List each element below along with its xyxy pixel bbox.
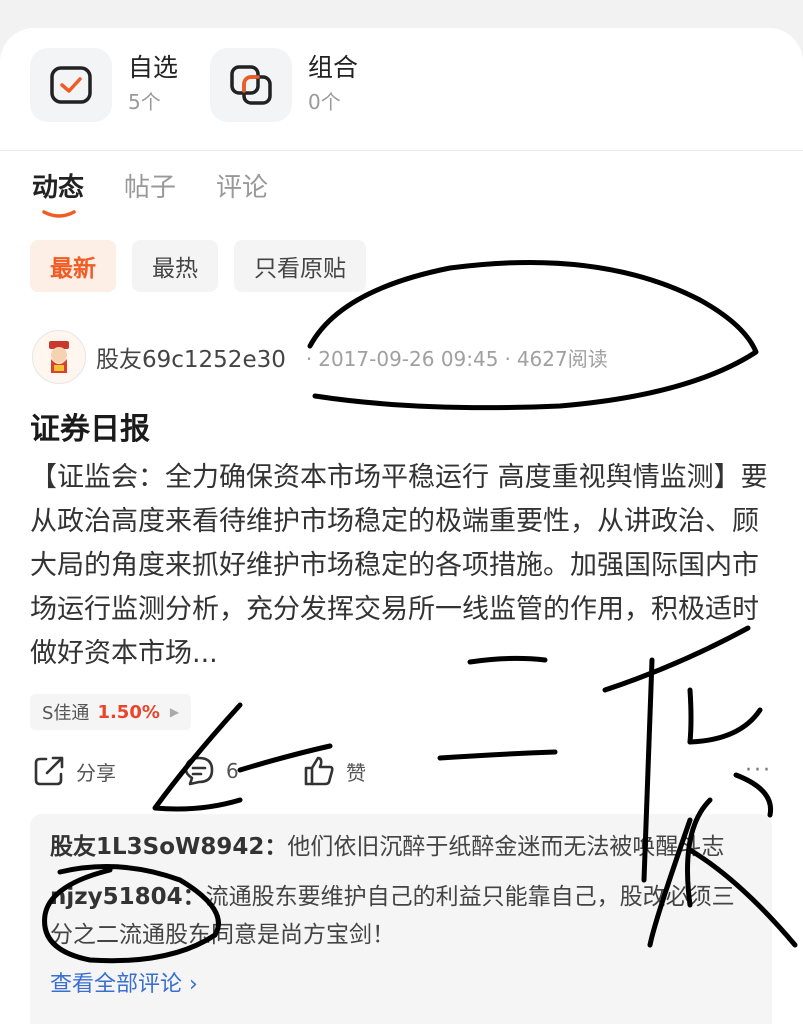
- filter-original-only[interactable]: 只看原贴: [234, 240, 366, 292]
- checkbox-icon: [50, 66, 92, 104]
- divider: [0, 150, 803, 151]
- post-meta: · 2017-09-26 09:45 · 4627阅读: [305, 346, 608, 371]
- comment-user[interactable]: njzy51804：: [50, 884, 206, 910]
- comment-item[interactable]: njzy51804：流通股东要维护自己的利益只能靠自己，股改必须三分之二流通股东…: [50, 878, 752, 954]
- more-icon[interactable]: ···: [745, 758, 772, 783]
- portfolio-icon: [230, 65, 272, 105]
- profile-sheet: 自选 5个 组合 0个 动态 帖子 评论 最新 最热 只看原贴 股友69c125…: [0, 28, 803, 1024]
- tab-active-indicator: [42, 210, 76, 218]
- stock-change: 1.50%: [97, 701, 160, 723]
- filter-latest[interactable]: 最新: [30, 240, 116, 292]
- filter-chips: 最新 最热 只看原贴: [30, 240, 366, 292]
- filter-hottest[interactable]: 最热: [132, 240, 218, 292]
- tab-activity[interactable]: 动态: [32, 170, 85, 218]
- content-tabs: 动态 帖子 评论: [32, 170, 268, 218]
- comment-icon: [184, 756, 214, 786]
- share-icon: [34, 756, 64, 786]
- watchlist-title: 自选: [128, 53, 179, 82]
- portfolio-title: 组合: [308, 53, 359, 82]
- post-author[interactable]: 股友69c1252e30: [96, 340, 286, 374]
- watchlist-count: 5个: [128, 90, 161, 114]
- stock-name: S佳通: [42, 703, 90, 724]
- avatar[interactable]: [32, 330, 86, 384]
- tab-posts[interactable]: 帖子: [124, 170, 176, 206]
- portfolio-tile: [210, 48, 292, 122]
- watchlist-tile: [30, 48, 112, 122]
- comment-count: 6: [226, 759, 239, 783]
- comment-button[interactable]: 6: [182, 754, 239, 788]
- portfolio-entry[interactable]: 组合 0个: [210, 48, 358, 122]
- tab-activity-label: 动态: [32, 173, 85, 203]
- post-datetime: 2017-09-26 09:45: [318, 346, 499, 371]
- post-reads: 4627阅读: [516, 346, 608, 371]
- comments-preview: 股友1L3SoW8942：他们依旧沉醉于纸醉金迷而无法被唤醒斗志 njzy518…: [30, 814, 772, 1024]
- portfolio-count: 0个: [308, 90, 341, 114]
- post-body[interactable]: 【证监会：全力确保资本市场平稳运行 高度重视舆情监测】要从政治高度来看待维护市场…: [30, 456, 775, 676]
- share-button[interactable]: 分享: [32, 754, 116, 788]
- comment-item[interactable]: 股友1L3SoW8942：他们依旧沉醉于纸醉金迷而无法被唤醒斗志: [50, 828, 752, 866]
- thumbs-up-icon: [304, 756, 334, 786]
- view-all-comments-link[interactable]: 查看全部评论 ›: [50, 966, 752, 998]
- like-button[interactable]: 赞: [302, 754, 366, 788]
- watchlist-entry[interactable]: 自选 5个: [30, 48, 178, 122]
- like-label: 赞: [346, 760, 366, 785]
- post-title[interactable]: 证券日报: [30, 404, 150, 448]
- stock-tag[interactable]: S佳通 1.50% ▶: [30, 694, 192, 730]
- play-arrow-icon: ▶: [169, 705, 180, 719]
- post-header: 股友69c1252e30 · 2017-09-26 09:45 · 4627阅读: [32, 330, 608, 384]
- share-label: 分享: [76, 760, 116, 785]
- comment-user[interactable]: 股友1L3SoW8942：: [50, 834, 287, 860]
- tab-comments[interactable]: 评论: [216, 170, 268, 206]
- fortune-god-avatar-icon: [49, 341, 69, 373]
- comment-text: 他们依旧沉醉于纸醉金迷而无法被唤醒斗志: [287, 834, 725, 860]
- post-actions: 分享 6 赞 ···: [32, 754, 772, 794]
